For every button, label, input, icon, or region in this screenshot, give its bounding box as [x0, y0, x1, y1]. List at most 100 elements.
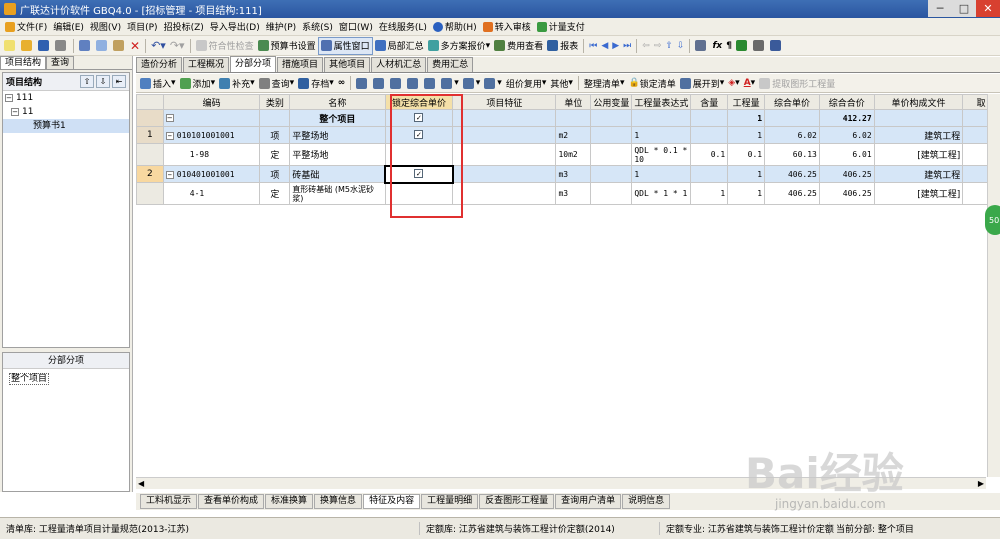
- cell-feature[interactable]: [452, 182, 557, 205]
- cell-name[interactable]: 砖基础: [289, 165, 386, 183]
- tree-node-budget[interactable]: 预算书1: [3, 119, 129, 133]
- cell-unit[interactable]: [555, 109, 592, 127]
- cell-total[interactable]: 406.25: [818, 165, 875, 183]
- tool-c-button[interactable]: [388, 74, 405, 92]
- table-row[interactable]: 4-1 定 直形砖基础 (M5水泥砂浆) m3 QDL * 1 * 1 1 1 …: [136, 182, 1000, 205]
- group-reuse-button[interactable]: 组价复用 ▾: [504, 74, 549, 92]
- cell-unit[interactable]: 10m2: [555, 143, 592, 166]
- cell-code[interactable]: −010101001001: [162, 126, 261, 144]
- scroll-left-icon[interactable]: ◀: [138, 479, 144, 488]
- cell-feature[interactable]: [452, 109, 557, 127]
- cell-content[interactable]: [690, 109, 729, 127]
- tool-a-button[interactable]: [354, 74, 371, 92]
- cell-feature[interactable]: [452, 165, 557, 183]
- cell-unit-price[interactable]: 406.25: [764, 165, 820, 183]
- menu-maintain[interactable]: 维护(P): [263, 19, 299, 35]
- tool-e-button[interactable]: [422, 74, 439, 92]
- cell-content[interactable]: [690, 165, 729, 183]
- move-right-button[interactable]: ⇨: [652, 37, 664, 55]
- menu-file[interactable]: 文件(F): [2, 19, 50, 35]
- cell-unit-price[interactable]: 406.25: [764, 182, 820, 205]
- tab-conversion-info[interactable]: 换算信息: [314, 494, 363, 509]
- cut-button[interactable]: [77, 37, 94, 55]
- header-expr[interactable]: 工程量表达式: [631, 94, 692, 110]
- local-summary-button[interactable]: 局部汇总: [373, 37, 426, 55]
- color-button[interactable]: [734, 37, 751, 55]
- paste-button[interactable]: [111, 37, 128, 55]
- budget-settings-button[interactable]: 预算书设置: [256, 37, 318, 55]
- cell-feature[interactable]: [452, 126, 557, 144]
- menu-import-export[interactable]: 导入导出(D): [207, 19, 263, 35]
- cell-qty[interactable]: 1: [727, 109, 766, 127]
- tab-project-structure[interactable]: 项目结构: [0, 56, 47, 69]
- menu-bidding[interactable]: 招投标(Z): [161, 19, 207, 35]
- tab-project-overview[interactable]: 工程概况: [183, 57, 230, 72]
- maximize-icon[interactable]: □: [952, 0, 976, 17]
- cell-type[interactable]: 项: [259, 126, 291, 144]
- header-unit[interactable]: 单位: [555, 94, 592, 110]
- cell-unit-price[interactable]: 6.02: [764, 126, 820, 144]
- menu-online-service[interactable]: 在线服务(L): [376, 19, 430, 35]
- cell-feature[interactable]: [452, 143, 557, 166]
- expand-to-button[interactable]: 展开到 ▾: [678, 74, 727, 92]
- tab-cost-analysis[interactable]: 造价分析: [136, 57, 183, 72]
- cell-total[interactable]: 412.27: [818, 109, 875, 127]
- supplement-button[interactable]: 补充 ▾: [217, 74, 257, 92]
- header-name[interactable]: 名称: [289, 94, 386, 110]
- fee-view-button[interactable]: 费用查看: [492, 37, 545, 55]
- header-qty[interactable]: 工程量: [727, 94, 766, 110]
- binoculars-button[interactable]: ∞: [336, 74, 348, 92]
- new-button[interactable]: [2, 37, 19, 55]
- fill-color-button[interactable]: ◈ ▾: [726, 74, 741, 92]
- close-icon[interactable]: ✕: [976, 0, 1000, 17]
- tab-query[interactable]: 查询: [46, 56, 75, 69]
- cell-type[interactable]: 定: [259, 143, 291, 166]
- formula-button[interactable]: fx: [710, 37, 724, 55]
- cell-price-file[interactable]: 建筑工程: [873, 126, 964, 144]
- table-row-selected[interactable]: 2 −010401001001 项 砖基础 ✓ m3 1 1 406.25 40…: [136, 164, 1000, 184]
- cell-unit-price[interactable]: [764, 109, 820, 127]
- cell-code[interactable]: 1-98: [162, 143, 261, 166]
- add-button[interactable]: 添加 ▾: [178, 74, 218, 92]
- next-button[interactable]: ▶: [610, 37, 621, 55]
- cell-unit-price[interactable]: 60.13: [764, 143, 820, 166]
- cell-expr[interactable]: QDL * 1 * 1: [631, 182, 692, 205]
- query-button[interactable]: 查询 ▾: [257, 74, 297, 92]
- cell-var[interactable]: [590, 182, 633, 205]
- redo-button[interactable]: ↷▾: [168, 37, 187, 55]
- cell-type[interactable]: 定: [259, 182, 291, 205]
- tab-quantity-detail[interactable]: 工程量明细: [421, 494, 479, 509]
- cell-name[interactable]: 整个项目: [289, 109, 386, 127]
- paragraph-button[interactable]: ¶: [724, 37, 734, 55]
- header-type[interactable]: 类别: [259, 94, 291, 110]
- cell-total[interactable]: 406.25: [818, 182, 875, 205]
- cell-expr[interactable]: 1: [631, 165, 692, 183]
- tab-labor-material[interactable]: 人材机汇总: [371, 57, 427, 72]
- cell-var[interactable]: [590, 109, 633, 127]
- cell-content[interactable]: 1: [690, 182, 729, 205]
- cell-type[interactable]: [259, 109, 291, 127]
- minus-icon[interactable]: −: [165, 131, 174, 140]
- tab-user-list[interactable]: 查询用户清单: [555, 494, 622, 509]
- floating-badge[interactable]: 50: [985, 205, 1000, 235]
- tool-f-button[interactable]: ▾: [439, 74, 461, 92]
- cell-expr[interactable]: 1: [631, 126, 692, 144]
- cell-var[interactable]: [590, 165, 633, 183]
- tool-b-button[interactable]: [371, 74, 388, 92]
- menu-project[interactable]: 项目(P): [124, 19, 160, 35]
- tree-node-unit[interactable]: −11: [3, 105, 129, 119]
- report-button[interactable]: 报表: [545, 37, 580, 55]
- compliance-check-button[interactable]: 符合性检查: [194, 37, 256, 55]
- tool-g-button[interactable]: ▾: [461, 74, 483, 92]
- header-feature[interactable]: 项目特征: [452, 94, 557, 110]
- cell-var[interactable]: [590, 143, 633, 166]
- lock-list-button[interactable]: 🔒 锁定清单: [626, 74, 677, 92]
- tool-d-button[interactable]: [405, 74, 422, 92]
- cell-var[interactable]: [590, 126, 633, 144]
- archive-button[interactable]: 存档 ▾: [296, 74, 336, 92]
- cell-name[interactable]: 直形砖基础 (M5水泥砂浆): [289, 182, 386, 205]
- minimize-icon[interactable]: ─: [928, 0, 952, 17]
- sheet-button[interactable]: [768, 37, 785, 55]
- multi-quote-button[interactable]: 多方案报价 ▾: [426, 37, 493, 55]
- move-up-icon[interactable]: ⇧: [80, 75, 94, 88]
